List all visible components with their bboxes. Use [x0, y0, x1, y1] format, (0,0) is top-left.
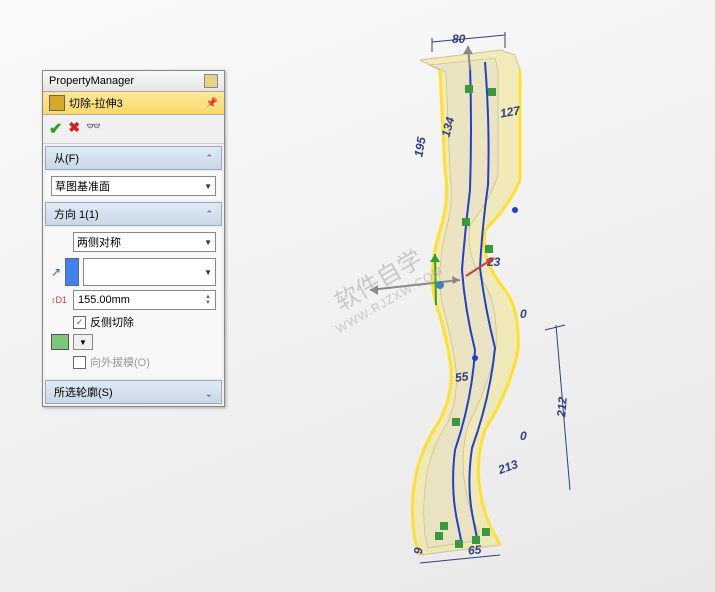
action-bar: ✔ ✖ 👓 — [43, 115, 224, 144]
from-value: 草图基准面 — [55, 178, 110, 194]
chevron-icon: ⌃ — [205, 209, 213, 220]
direction1-label: 方向 1(1) — [54, 206, 99, 222]
chevron-icon: ⌃ — [205, 153, 213, 164]
from-section-body: 草图基准面 ▼ — [45, 172, 222, 200]
from-dropdown[interactable]: 草图基准面 ▼ — [51, 176, 216, 196]
dim-9[interactable]: 9 — [411, 547, 426, 555]
panel-header: PropertyManager — [43, 71, 224, 92]
panel-header-icon[interactable] — [204, 74, 218, 88]
depth-icon: ↕D1 — [51, 293, 69, 307]
draft-outward-checkbox[interactable] — [73, 356, 86, 369]
feature-name: 切除-拉伸3 — [69, 95, 123, 111]
flip-side-label: 反侧切除 — [90, 314, 134, 330]
from-label: 从(F) — [54, 150, 79, 166]
direction-color-swatch — [65, 258, 79, 286]
feature-title-bar: 切除-拉伸3 📌 — [43, 92, 224, 115]
draft-dropdown[interactable]: ▼ — [73, 334, 93, 350]
ok-button[interactable]: ✔ — [49, 119, 62, 139]
dim-55[interactable]: 55 — [454, 369, 469, 385]
contours-label: 所选轮廓(S) — [54, 384, 113, 400]
dropdown-arrow-icon: ▼ — [204, 182, 212, 191]
dropdown-arrow-icon: ▼ — [204, 268, 212, 277]
dim-212[interactable]: 212 — [554, 396, 570, 417]
depth-spinner[interactable]: ▲▼ — [205, 294, 211, 306]
direction-vector-field[interactable]: ▼ — [83, 258, 216, 286]
end-condition-value: 两侧对称 — [77, 234, 121, 250]
model-3d[interactable] — [380, 30, 580, 570]
direction1-section-header[interactable]: 方向 1(1) ⌃ — [45, 202, 222, 226]
cancel-button[interactable]: ✖ — [68, 119, 80, 139]
contours-section-header[interactable]: 所选轮廓(S) ⌃ — [45, 380, 222, 404]
depth-input[interactable]: 155.00mm ▲▼ — [73, 290, 216, 310]
dim-80[interactable]: 80 — [452, 32, 465, 46]
chevron-down-icon: ⌃ — [205, 387, 213, 398]
dim-0b[interactable]: 0 — [520, 307, 527, 321]
dim-23[interactable]: 23 — [487, 255, 500, 269]
depth-value: 155.00mm — [78, 294, 130, 306]
cut-extrude-icon — [49, 95, 65, 111]
property-manager-panel: PropertyManager 切除-拉伸3 📌 ✔ ✖ 👓 从(F) ⌃ 草图… — [42, 70, 225, 407]
from-section-header[interactable]: 从(F) ⌃ — [45, 146, 222, 170]
dim-0a[interactable]: 0 — [520, 429, 527, 443]
panel-title: PropertyManager — [49, 75, 134, 87]
dim-65[interactable]: 65 — [467, 542, 482, 557]
pin-icon[interactable]: 📌 — [206, 98, 218, 109]
direction1-section-body: 两侧对称 ▼ ↗ ▼ ↕D1 155.00mm ▲▼ ✓ 反侧切除 ▼ — [45, 228, 222, 378]
reverse-direction-icon[interactable]: ↗ — [51, 265, 61, 279]
end-condition-dropdown[interactable]: 两侧对称 ▼ — [73, 232, 216, 252]
dropdown-arrow-icon: ▼ — [204, 238, 212, 247]
flip-side-checkbox[interactable]: ✓ — [73, 316, 86, 329]
draft-icon[interactable] — [51, 334, 69, 350]
draft-outward-label: 向外拔模(O) — [90, 354, 150, 370]
detailed-preview-button[interactable]: 👓 — [86, 119, 101, 139]
